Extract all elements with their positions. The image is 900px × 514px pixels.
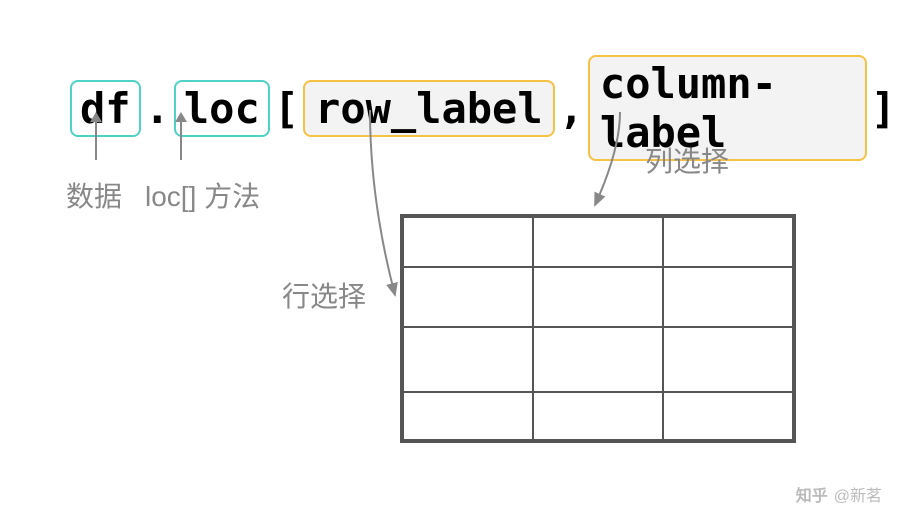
label-loc-method: loc[] 方法	[145, 175, 260, 215]
token-close-bracket: ]	[867, 84, 900, 133]
table-cell	[403, 217, 533, 267]
label-row-select: 行选择	[282, 275, 366, 315]
watermark-author: @新茗	[834, 482, 882, 506]
table-cell	[663, 267, 793, 327]
token-row-label: row_label	[303, 80, 555, 137]
token-df: df	[70, 80, 141, 137]
code-expression: df . loc [ row_label , column-label ]	[70, 55, 900, 161]
label-col-select: 列选择	[645, 140, 729, 180]
table-cell	[663, 392, 793, 440]
token-loc: loc	[174, 80, 270, 137]
table-cell	[533, 327, 663, 392]
watermark: 知乎 @新茗	[796, 482, 882, 506]
data-table	[400, 214, 796, 443]
table-cell	[403, 327, 533, 392]
zhihu-icon: 知乎	[796, 482, 828, 506]
token-comma: ,	[555, 84, 588, 133]
table-cell	[533, 392, 663, 440]
table-cell	[403, 392, 533, 440]
table-cell	[663, 327, 793, 392]
table-cell	[533, 267, 663, 327]
table-cell	[533, 217, 663, 267]
table-cell	[663, 217, 793, 267]
arrow-df-icon	[95, 120, 97, 160]
arrow-loc-icon	[180, 120, 182, 160]
label-data: 数据	[66, 175, 122, 215]
token-open-bracket: [	[270, 84, 303, 133]
token-dot: .	[141, 84, 174, 133]
table-cell	[403, 267, 533, 327]
